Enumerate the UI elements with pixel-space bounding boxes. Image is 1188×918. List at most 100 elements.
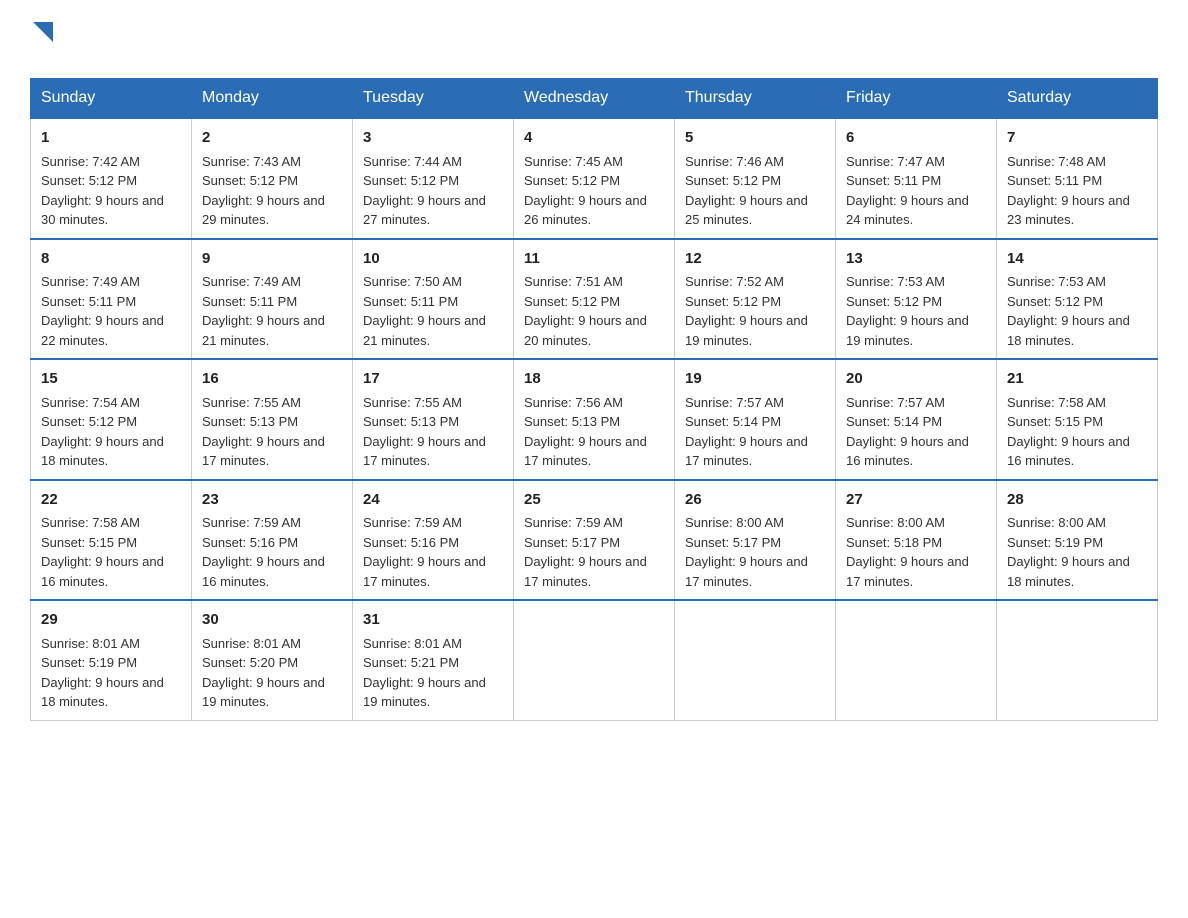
day-number: 1 (41, 127, 181, 150)
calendar-cell: 26Sunrise: 8:00 AMSunset: 5:17 PMDayligh… (675, 480, 836, 601)
sunset-text: Sunset: 5:14 PM (685, 414, 781, 429)
sunset-text: Sunset: 5:12 PM (524, 173, 620, 188)
sunset-text: Sunset: 5:15 PM (1007, 414, 1103, 429)
day-number: 22 (41, 489, 181, 512)
daylight-text: Daylight: 9 hours and 19 minutes. (363, 675, 486, 710)
calendar-week-row: 1 Sunrise: 7:42 AM Sunset: 5:12 PM Daylight… (31, 118, 1158, 239)
calendar-cell: 14Sunrise: 7:53 AMSunset: 5:12 PMDayligh… (997, 239, 1158, 360)
day-number: 2 (202, 127, 342, 150)
sunrise-text: Sunrise: 8:00 AM (846, 515, 945, 530)
calendar-cell: 3Sunrise: 7:44 AMSunset: 5:12 PMDaylight… (353, 118, 514, 239)
day-number: 16 (202, 368, 342, 391)
sunset-text: Sunset: 5:12 PM (363, 173, 459, 188)
daylight-text: Daylight: 9 hours and 29 minutes. (202, 193, 325, 228)
sunset-text: Sunset: 5:12 PM (685, 173, 781, 188)
daylight-text: Daylight: 9 hours and 26 minutes. (524, 193, 647, 228)
daylight-text: Daylight: 9 hours and 19 minutes. (685, 313, 808, 348)
sunset-text: Sunset: 5:19 PM (41, 655, 137, 670)
sunrise-text: Sunrise: 7:59 AM (202, 515, 301, 530)
sunrise-text: Sunrise: 7:49 AM (41, 274, 140, 289)
calendar-cell (675, 600, 836, 720)
sunset-text: Sunset: 5:18 PM (846, 535, 942, 550)
daylight-text: Daylight: 9 hours and 16 minutes. (41, 554, 164, 589)
calendar-cell: 10Sunrise: 7:50 AMSunset: 5:11 PMDayligh… (353, 239, 514, 360)
sunrise-text: Sunrise: 7:53 AM (1007, 274, 1106, 289)
calendar-header-saturday: Saturday (997, 79, 1158, 119)
daylight-text: Daylight: 9 hours and 23 minutes. (1007, 193, 1130, 228)
daylight-text: Daylight: 9 hours and 22 minutes. (41, 313, 164, 348)
day-number: 4 (524, 127, 664, 150)
day-number: 29 (41, 609, 181, 632)
sunset-text: Sunset: 5:13 PM (202, 414, 298, 429)
calendar-cell: 31Sunrise: 8:01 AMSunset: 5:21 PMDayligh… (353, 600, 514, 720)
day-number: 9 (202, 248, 342, 271)
day-number: 6 (846, 127, 986, 150)
calendar-cell: 22Sunrise: 7:58 AMSunset: 5:15 PMDayligh… (31, 480, 192, 601)
sunrise-text: Sunrise: 7:51 AM (524, 274, 623, 289)
calendar-cell: 13Sunrise: 7:53 AMSunset: 5:12 PMDayligh… (836, 239, 997, 360)
day-number: 3 (363, 127, 503, 150)
daylight-text: Daylight: 9 hours and 25 minutes. (685, 193, 808, 228)
day-number: 18 (524, 368, 664, 391)
day-number: 19 (685, 368, 825, 391)
sunset-text: Sunset: 5:16 PM (202, 535, 298, 550)
calendar-header-monday: Monday (192, 79, 353, 119)
calendar-cell: 15Sunrise: 7:54 AMSunset: 5:12 PMDayligh… (31, 359, 192, 480)
daylight-text: Daylight: 9 hours and 24 minutes. (846, 193, 969, 228)
day-number: 21 (1007, 368, 1147, 391)
daylight-text: Daylight: 9 hours and 18 minutes. (41, 434, 164, 469)
day-number: 24 (363, 489, 503, 512)
calendar-cell: 27Sunrise: 8:00 AMSunset: 5:18 PMDayligh… (836, 480, 997, 601)
daylight-text: Daylight: 9 hours and 17 minutes. (524, 554, 647, 589)
day-number: 25 (524, 489, 664, 512)
sunrise-text: Sunrise: 8:01 AM (363, 636, 462, 651)
sunset-text: Sunset: 5:12 PM (524, 294, 620, 309)
sunset-text: Sunset: 5:17 PM (685, 535, 781, 550)
sunrise-text: Sunrise: 7:59 AM (524, 515, 623, 530)
daylight-text: Daylight: 9 hours and 19 minutes. (202, 675, 325, 710)
sunset-text: Sunset: 5:12 PM (1007, 294, 1103, 309)
calendar-cell: 28Sunrise: 8:00 AMSunset: 5:19 PMDayligh… (997, 480, 1158, 601)
sunrise-text: Sunrise: 8:00 AM (685, 515, 784, 530)
calendar-cell: 12Sunrise: 7:52 AMSunset: 5:12 PMDayligh… (675, 239, 836, 360)
sunrise-text: Sunrise: 7:44 AM (363, 154, 462, 169)
sunrise-text: Sunrise: 7:54 AM (41, 395, 140, 410)
daylight-text: Daylight: 9 hours and 17 minutes. (363, 554, 486, 589)
sunset-text: Sunset: 5:17 PM (524, 535, 620, 550)
daylight-text: Daylight: 9 hours and 16 minutes. (202, 554, 325, 589)
daylight-text: Daylight: 9 hours and 18 minutes. (1007, 554, 1130, 589)
daylight-text: Daylight: 9 hours and 21 minutes. (202, 313, 325, 348)
sunrise-text: Sunrise: 7:58 AM (1007, 395, 1106, 410)
page-header (30, 20, 1158, 68)
sunset-text: Sunset: 5:11 PM (1007, 173, 1102, 188)
day-number: 23 (202, 489, 342, 512)
sunrise-text: Sunrise: 7:55 AM (363, 395, 462, 410)
sunset-text: Sunset: 5:12 PM (202, 173, 298, 188)
sunrise-text: Sunrise: 8:01 AM (202, 636, 301, 651)
calendar-header-tuesday: Tuesday (353, 79, 514, 119)
sunset-text: Sunset: 5:20 PM (202, 655, 298, 670)
daylight-text: Daylight: 9 hours and 18 minutes. (41, 675, 164, 710)
calendar-header-friday: Friday (836, 79, 997, 119)
day-number: 11 (524, 248, 664, 271)
day-number: 17 (363, 368, 503, 391)
sunset-text: Sunset: 5:16 PM (363, 535, 459, 550)
calendar-cell: 8Sunrise: 7:49 AMSunset: 5:11 PMDaylight… (31, 239, 192, 360)
calendar-cell: 1Sunrise: 7:42 AMSunset: 5:12 PMDaylight… (31, 118, 192, 239)
calendar-cell: 17Sunrise: 7:55 AMSunset: 5:13 PMDayligh… (353, 359, 514, 480)
sunset-text: Sunset: 5:13 PM (363, 414, 459, 429)
calendar-week-row: 8Sunrise: 7:49 AMSunset: 5:11 PMDaylight… (31, 239, 1158, 360)
sunrise-text: Sunrise: 7:45 AM (524, 154, 623, 169)
sunrise-text: Sunrise: 7:46 AM (685, 154, 784, 169)
sunrise-text: Sunrise: 7:57 AM (846, 395, 945, 410)
calendar-week-row: 22Sunrise: 7:58 AMSunset: 5:15 PMDayligh… (31, 480, 1158, 601)
daylight-text: Daylight: 9 hours and 21 minutes. (363, 313, 486, 348)
sunrise-text: Sunrise: 7:56 AM (524, 395, 623, 410)
calendar-cell: 11Sunrise: 7:51 AMSunset: 5:12 PMDayligh… (514, 239, 675, 360)
sunrise-text: Sunrise: 7:42 AM (41, 154, 140, 169)
sunset-text: Sunset: 5:12 PM (41, 414, 137, 429)
calendar-cell: 16Sunrise: 7:55 AMSunset: 5:13 PMDayligh… (192, 359, 353, 480)
day-number: 20 (846, 368, 986, 391)
calendar-cell (836, 600, 997, 720)
daylight-text: Daylight: 9 hours and 17 minutes. (846, 554, 969, 589)
